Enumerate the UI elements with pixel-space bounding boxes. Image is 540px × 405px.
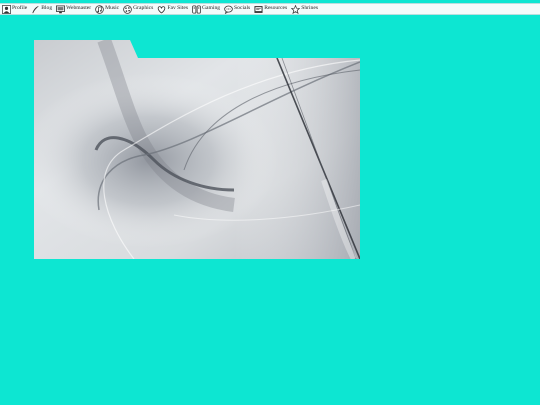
nav-item-label: Profile [12,5,28,12]
nav-item-resources[interactable]: Resources [254,5,287,14]
quill-icon [32,5,40,13]
nav-item-graphics[interactable]: Graphics [123,4,154,14]
monitor-icon [56,4,66,13]
nav-item-label: Music [105,5,120,12]
nav-item-label: Blog [41,5,53,12]
nav-item-label: Shrines [301,5,318,12]
nav-item-socials[interactable]: Socials [224,5,250,14]
nav-item-label: Graphics [133,5,154,12]
nav-item-profile[interactable]: Profile [2,4,28,14]
chat-icon [224,5,233,14]
nav-item-label: Gaming [202,5,221,12]
nav-item-shrines[interactable]: Shrines [291,4,318,14]
nav-item-blog[interactable]: Blog [31,5,52,14]
nav-item-music[interactable]: Music [95,4,120,14]
nav-item-fav-sites[interactable]: Fav Sites [157,5,188,14]
nav-item-label: Fav Sites [167,5,189,12]
gamepad-icon [192,4,201,14]
folder-icon [254,5,263,13]
palette-icon [123,4,132,14]
nav-item-label: Resources [264,5,288,12]
nav-item-label: Webmaster [66,5,92,12]
top-nav-bar: Profile Blog Webmaster Music Graphics Fa… [0,3,540,15]
heart-icon [158,5,166,13]
nav-item-webmaster[interactable]: Webmaster [56,4,92,14]
music-icon [95,4,104,14]
person-icon [2,4,11,14]
nav-item-gaming[interactable]: Gaming [192,4,221,14]
abstract-background-image [34,40,360,259]
content-panel [34,40,360,259]
nav-item-label: Socials [234,5,251,12]
star-icon [291,4,301,14]
